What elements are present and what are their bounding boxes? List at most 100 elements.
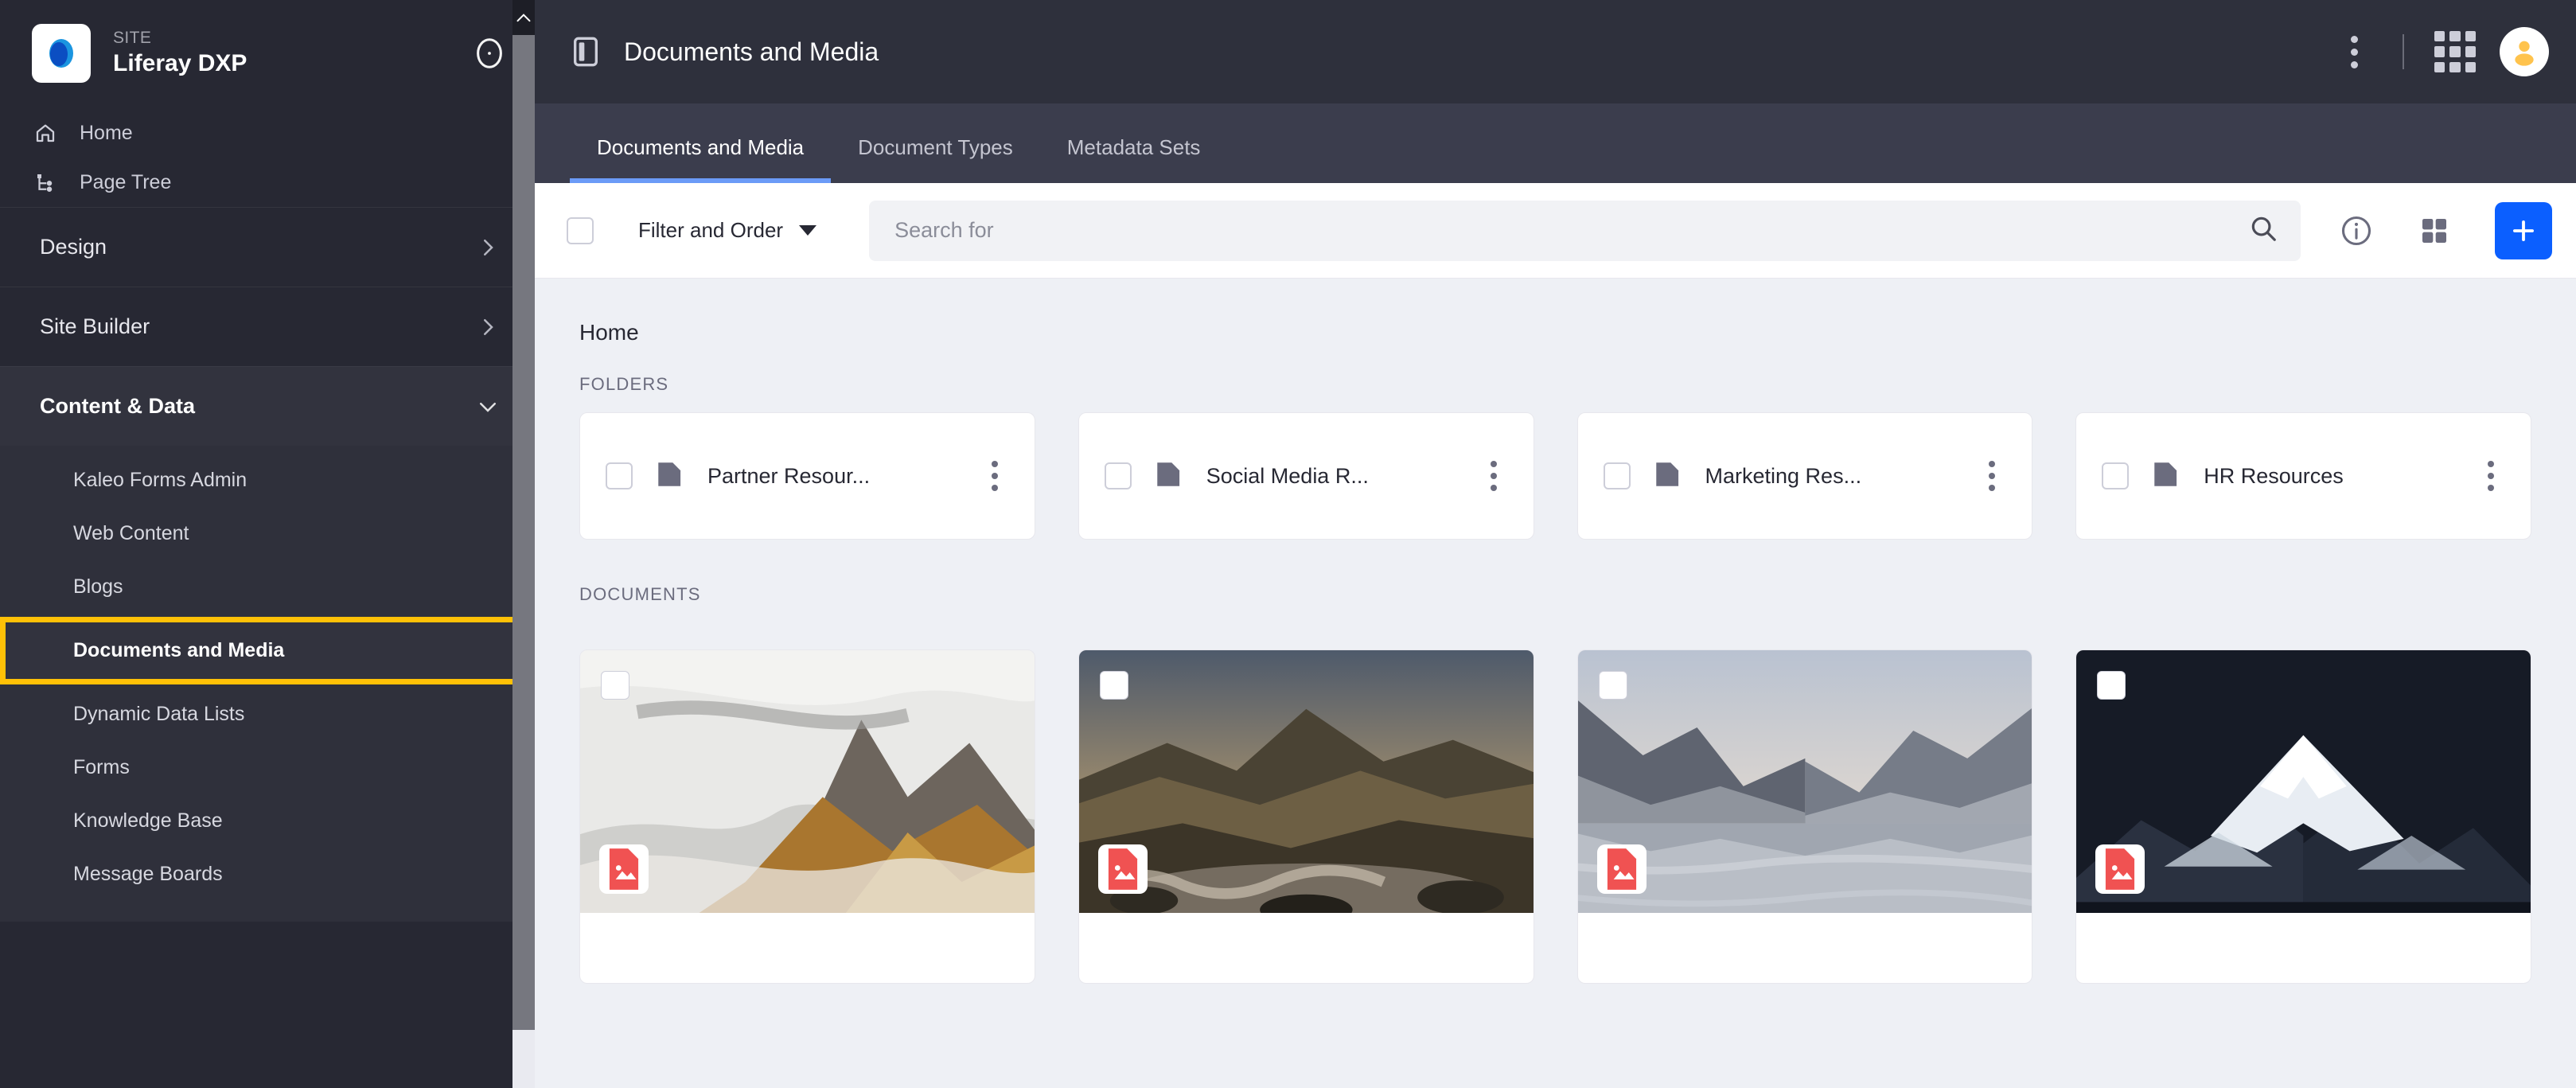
- grid-view-icon[interactable]: [2412, 209, 2457, 253]
- document-checkbox[interactable]: [1598, 671, 1627, 700]
- select-all-checkbox[interactable]: [567, 216, 594, 244]
- search-box[interactable]: [869, 200, 2301, 261]
- sidebar-group-design[interactable]: Design: [0, 207, 535, 287]
- sidebar-item-knowledge-base[interactable]: Knowledge Base: [0, 794, 535, 848]
- user-avatar-icon[interactable]: [2500, 27, 2549, 76]
- top-bar-actions: [2336, 27, 2549, 76]
- compass-icon[interactable]: [471, 35, 508, 72]
- sidebar: SITE Liferay DXP Home Page Tree Design S…: [0, 0, 535, 1088]
- site-title: Liferay DXP: [113, 50, 247, 77]
- folder-checkbox[interactable]: [1104, 462, 1132, 489]
- folder-card[interactable]: Marketing Res...: [1576, 412, 2033, 540]
- sidebar-item-label: Page Tree: [80, 170, 172, 193]
- kebab-menu-icon[interactable]: [2477, 461, 2505, 491]
- site-kicker: SITE: [113, 29, 152, 48]
- tab-documents-and-media[interactable]: Documents and Media: [570, 137, 832, 183]
- page-title: Documents and Media: [624, 37, 879, 66]
- scroll-up-arrow-icon[interactable]: [512, 0, 535, 35]
- folder-name: HR Resources: [2204, 463, 2344, 488]
- document-thumbnail: [1577, 650, 2032, 913]
- top-bar: Documents and Media: [535, 0, 2576, 103]
- app-root: SITE Liferay DXP Home Page Tree Design S…: [0, 0, 2576, 1088]
- divider: [2403, 34, 2404, 69]
- kebab-menu-icon[interactable]: [1978, 461, 2006, 491]
- documents-grid: [570, 649, 2541, 984]
- folder-name: Marketing Res...: [1705, 463, 1862, 488]
- chevron-down-icon: [476, 395, 500, 419]
- document-card[interactable]: [1078, 649, 1534, 984]
- sidebar-group-content-and-data[interactable]: Content & Data: [0, 366, 535, 446]
- document-card[interactable]: [579, 649, 1035, 984]
- search-icon[interactable]: [2248, 213, 2278, 248]
- sidebar-scrollbar[interactable]: [512, 0, 535, 1088]
- document-thumbnail: [2076, 650, 2531, 913]
- filter-and-order-label: Filter and Order: [638, 218, 784, 242]
- sidebar-item-label: Home: [80, 121, 133, 144]
- sidebar-item-web-content[interactable]: Web Content: [0, 507, 535, 560]
- sidebar-header: SITE Liferay DXP: [0, 0, 535, 102]
- content-area: Home FOLDERS Partner Resour... Social Me…: [535, 279, 2576, 1088]
- search-input[interactable]: [894, 218, 2248, 243]
- folder-checkbox[interactable]: [1603, 462, 1631, 489]
- folder-checkbox[interactable]: [2102, 462, 2130, 489]
- sidebar-nav: Home Page Tree Design Site Builder Conte…: [0, 102, 535, 922]
- kebab-menu-icon[interactable]: [2336, 33, 2372, 70]
- kebab-menu-icon[interactable]: [1479, 461, 1508, 491]
- folder-card[interactable]: HR Resources: [2075, 412, 2531, 540]
- sidebar-item-home[interactable]: Home: [0, 108, 535, 158]
- folder-icon: [1651, 460, 1685, 493]
- folders-section-label: FOLDERS: [579, 374, 669, 394]
- sidebar-item-forms[interactable]: Forms: [0, 741, 535, 794]
- sidebar-item-dynamic-data-lists[interactable]: Dynamic Data Lists: [0, 688, 535, 741]
- document-thumbnail: [580, 650, 1035, 913]
- apps-grid-icon[interactable]: [2434, 31, 2476, 72]
- sidebar-item-message-boards[interactable]: Message Boards: [0, 848, 535, 901]
- tab-bar: Documents and Media Document Types Metad…: [535, 103, 2576, 183]
- toolbar: Filter and Order: [535, 183, 2576, 279]
- sidebar-item-page-tree[interactable]: Page Tree: [0, 158, 535, 207]
- image-file-icon: [2095, 844, 2145, 894]
- home-icon: [32, 119, 59, 146]
- document-card[interactable]: [2075, 649, 2531, 984]
- folder-name: Social Media R...: [1206, 463, 1369, 488]
- folder-checkbox[interactable]: [606, 462, 633, 489]
- kebab-menu-icon[interactable]: [980, 461, 1009, 491]
- page-tree-icon: [32, 169, 59, 196]
- sidebar-group-site-builder[interactable]: Site Builder: [0, 287, 535, 366]
- sidebar-group-label: Site Builder: [40, 314, 150, 338]
- folder-icon: [2149, 460, 2183, 493]
- document-checkbox[interactable]: [2097, 671, 2126, 700]
- filter-and-order-button[interactable]: Filter and Order: [614, 218, 817, 243]
- document-checkbox[interactable]: [601, 671, 629, 700]
- tab-document-types[interactable]: Document Types: [831, 137, 1040, 183]
- sidebar-item-blogs[interactable]: Blogs: [0, 560, 535, 614]
- sidebar-item-documents-and-media[interactable]: Documents and Media: [0, 617, 535, 684]
- folder-icon: [653, 460, 687, 493]
- image-file-icon: [1596, 844, 1647, 894]
- add-button[interactable]: [2495, 201, 2552, 259]
- document-checkbox[interactable]: [1099, 671, 1128, 700]
- image-file-icon: [599, 844, 649, 894]
- chevron-down-icon: [799, 225, 817, 236]
- tab-metadata-sets[interactable]: Metadata Sets: [1040, 137, 1228, 183]
- sidebar-group-label: Design: [40, 235, 107, 259]
- panel-toggle-icon[interactable]: [570, 34, 602, 69]
- folder-card[interactable]: Social Media R...: [1078, 412, 1534, 540]
- sidebar-group-label: Content & Data: [40, 394, 195, 418]
- sidebar-sublist: Kaleo Forms Admin Web Content Blogs Docu…: [0, 446, 535, 922]
- breadcrumb[interactable]: Home: [570, 314, 2541, 374]
- folders-grid: Partner Resour... Social Media R... Mark…: [570, 412, 2541, 540]
- info-circle-icon[interactable]: [2334, 209, 2379, 253]
- documents-section-label: DOCUMENTS: [579, 584, 701, 604]
- liferay-logo-icon: [32, 24, 91, 83]
- scrollbar-thumb[interactable]: [512, 35, 535, 1030]
- document-card[interactable]: [1576, 649, 2033, 984]
- chevron-right-icon: [476, 315, 500, 339]
- main-area: Documents and Media Documents and Media …: [535, 0, 2576, 1088]
- folder-card[interactable]: Partner Resour...: [579, 412, 1035, 540]
- sidebar-item-kaleo-forms-admin[interactable]: Kaleo Forms Admin: [0, 454, 535, 507]
- folder-name: Partner Resour...: [707, 463, 871, 488]
- image-file-icon: [1097, 844, 1148, 894]
- document-thumbnail: [1078, 650, 1534, 913]
- chevron-right-icon: [476, 236, 500, 259]
